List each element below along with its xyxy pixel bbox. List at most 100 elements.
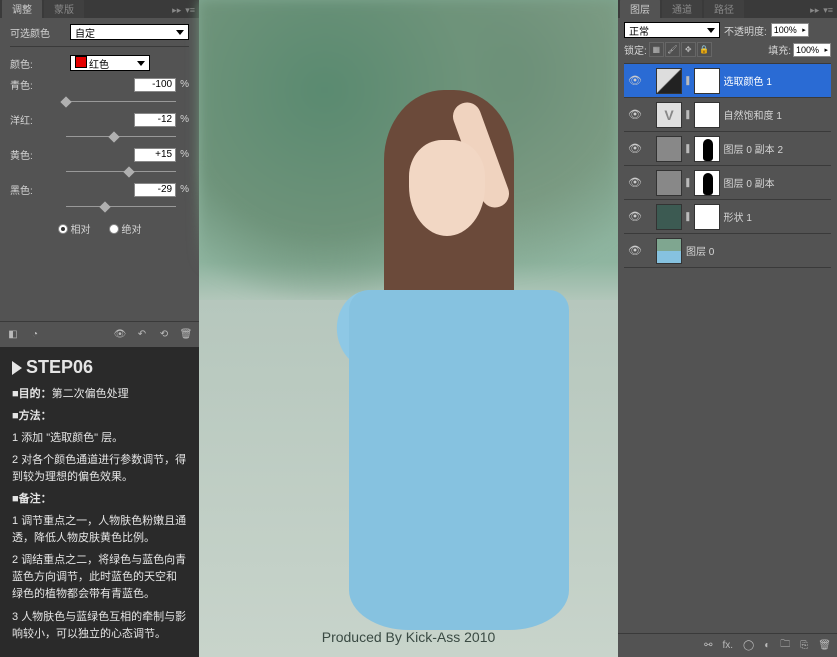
- panel-collapse-icon[interactable]: ▸▸: [172, 5, 181, 16]
- new-layer-icon[interactable]: ⎘: [800, 640, 808, 651]
- step-title: STEP06: [12, 357, 187, 378]
- adjustment-thumb-icon: [656, 68, 682, 94]
- visibility-eye-icon[interactable]: 👁: [628, 142, 642, 156]
- mask-thumb-icon: [694, 170, 720, 196]
- link-layers-icon[interactable]: ⚯: [704, 640, 712, 651]
- layer-row[interactable]: 👁 ❚ 图层 0 副本 2: [624, 132, 831, 166]
- layer-row[interactable]: 👁❚自然饱和度 1: [624, 98, 831, 132]
- lock-all-icon[interactable]: 🔒: [697, 42, 712, 57]
- canvas-image: Produced By Kick-Ass 2010: [199, 0, 618, 657]
- visibility-eye-icon[interactable]: 👁: [628, 176, 642, 190]
- chevron-down-icon: [707, 28, 715, 33]
- new-group-icon[interactable]: 🗀: [780, 637, 790, 654]
- adjustments-panel-header: 调整 蒙版 ▸▸ ▾≡: [0, 0, 199, 18]
- panel-menu-icon[interactable]: ▾≡: [823, 5, 833, 16]
- slider-input-1[interactable]: [134, 113, 176, 127]
- mode-absolute-radio[interactable]: 绝对: [109, 221, 142, 236]
- slider-input-2[interactable]: [134, 148, 176, 162]
- color-swatch-icon: [75, 56, 87, 68]
- layer-name-label: 图层 0 副本: [724, 175, 775, 190]
- layer-name-label: 形状 1: [724, 209, 752, 224]
- slider-label: 黄色:: [10, 147, 66, 162]
- panel-menu-icon[interactable]: ▾≡: [185, 5, 195, 16]
- tab-channels[interactable]: 通道: [662, 0, 702, 18]
- layer-row[interactable]: 👁 图层 0: [624, 234, 831, 268]
- eye-icon[interactable]: 👁: [113, 328, 127, 342]
- chevron-down-icon: [137, 61, 145, 66]
- lock-pixels-icon[interactable]: 🖌: [665, 42, 680, 57]
- panel-collapse-icon[interactable]: ▸▸: [810, 5, 819, 16]
- visibility-eye-icon[interactable]: 👁: [628, 108, 642, 122]
- layer-fx-icon[interactable]: fx.: [722, 640, 733, 651]
- reset-prev-icon[interactable]: ↶: [135, 328, 149, 342]
- slider-label: 黑色:: [10, 182, 66, 197]
- delete-layer-icon[interactable]: 🗑: [818, 640, 831, 651]
- trash-icon[interactable]: 🗑: [179, 328, 193, 342]
- tab-masks[interactable]: 蒙版: [44, 0, 84, 18]
- fill-label: 填充:: [768, 42, 791, 57]
- radio-on-icon: [58, 224, 68, 234]
- layer-row[interactable]: 👁 ❚ 选取颜色 1: [624, 64, 831, 98]
- add-adjustment-icon[interactable]: ◐: [764, 640, 770, 651]
- slider-label: 青色:: [10, 77, 66, 92]
- fill-input[interactable]: 100%▸: [793, 43, 831, 57]
- mask-thumb-icon: [694, 204, 720, 230]
- layer-name-label: 图层 0: [686, 243, 714, 258]
- slider-thumb-icon[interactable]: [123, 166, 134, 177]
- layers-footer: ⚯ fx. ◯ ◐ 🗀 ⎘ 🗑: [618, 633, 837, 657]
- preset-select[interactable]: 自定: [70, 24, 189, 40]
- layer-name-label: 图层 0 副本 2: [724, 141, 783, 156]
- layers-panel: 图层 通道 路径 ▸▸ ▾≡ 正常 不透明度: 100%▸ 锁定: ▦ 🖌 ✥ …: [618, 0, 837, 657]
- link-icon: ❚: [684, 177, 692, 188]
- add-mask-icon[interactable]: ◯: [743, 640, 754, 651]
- visibility-eye-icon[interactable]: 👁: [628, 244, 642, 258]
- slider-track[interactable]: [66, 166, 176, 178]
- slider-thumb-icon[interactable]: [109, 131, 120, 142]
- color-select[interactable]: 红色: [70, 55, 150, 71]
- lock-position-icon[interactable]: ✥: [681, 42, 696, 57]
- reset-icon[interactable]: ⟲: [157, 328, 171, 342]
- step-tutorial-panel: STEP06 ■目的：第二次偏色处理 ■方法： 1 添加 "选取颜色" 层。 2…: [0, 347, 199, 657]
- slider-track[interactable]: [66, 96, 176, 108]
- slider-track[interactable]: [66, 131, 176, 143]
- lock-label: 锁定:: [624, 42, 647, 57]
- clip-icon[interactable]: ◔: [28, 328, 42, 342]
- layer-row[interactable]: 👁 ❚ 图层 0 副本: [624, 166, 831, 200]
- layer-name-label: 选取颜色 1: [724, 73, 772, 88]
- slider-track[interactable]: [66, 201, 176, 213]
- tab-layers[interactable]: 图层: [620, 0, 660, 18]
- opacity-input[interactable]: 100%▸: [771, 23, 809, 37]
- blend-mode-select[interactable]: 正常: [624, 22, 720, 38]
- layer-thumb-icon: [656, 136, 682, 162]
- link-icon: ❚: [684, 143, 692, 154]
- mode-relative-radio[interactable]: 相对: [58, 221, 91, 236]
- slider-label: 洋红:: [10, 112, 66, 127]
- link-icon: ❚: [684, 75, 692, 86]
- radio-off-icon: [109, 224, 119, 234]
- adjustments-footer: ◧ ◔ 👁 ↶ ⟲ 🗑: [0, 321, 199, 347]
- shape-thumb-icon: [656, 204, 682, 230]
- link-icon: ❚: [684, 211, 692, 222]
- mask-thumb-icon: [694, 102, 720, 128]
- tab-adjustments[interactable]: 调整: [2, 0, 42, 18]
- play-icon: [12, 361, 22, 375]
- mask-thumb-icon: [694, 68, 720, 94]
- tab-paths[interactable]: 路径: [704, 0, 744, 18]
- visibility-eye-icon[interactable]: 👁: [628, 74, 642, 88]
- color-label: 颜色:: [10, 56, 66, 71]
- slider-thumb-icon[interactable]: [99, 201, 110, 212]
- link-icon: ❚: [684, 109, 692, 120]
- mask-thumb-icon: [694, 136, 720, 162]
- opacity-label: 不透明度:: [724, 23, 767, 38]
- visibility-eye-icon[interactable]: 👁: [628, 210, 642, 224]
- image-thumb-icon: [656, 238, 682, 264]
- preset-label: 可选颜色: [10, 25, 66, 40]
- adjust-layer-icon[interactable]: ◧: [6, 328, 20, 342]
- slider-input-3[interactable]: [134, 183, 176, 197]
- slider-thumb-icon[interactable]: [60, 96, 71, 107]
- layer-thumb-icon: [656, 170, 682, 196]
- lock-transparent-icon[interactable]: ▦: [649, 42, 664, 57]
- slider-input-0[interactable]: [134, 78, 176, 92]
- layer-row[interactable]: 👁 ❚ 形状 1: [624, 200, 831, 234]
- layers-panel-header: 图层 通道 路径 ▸▸ ▾≡: [618, 0, 837, 18]
